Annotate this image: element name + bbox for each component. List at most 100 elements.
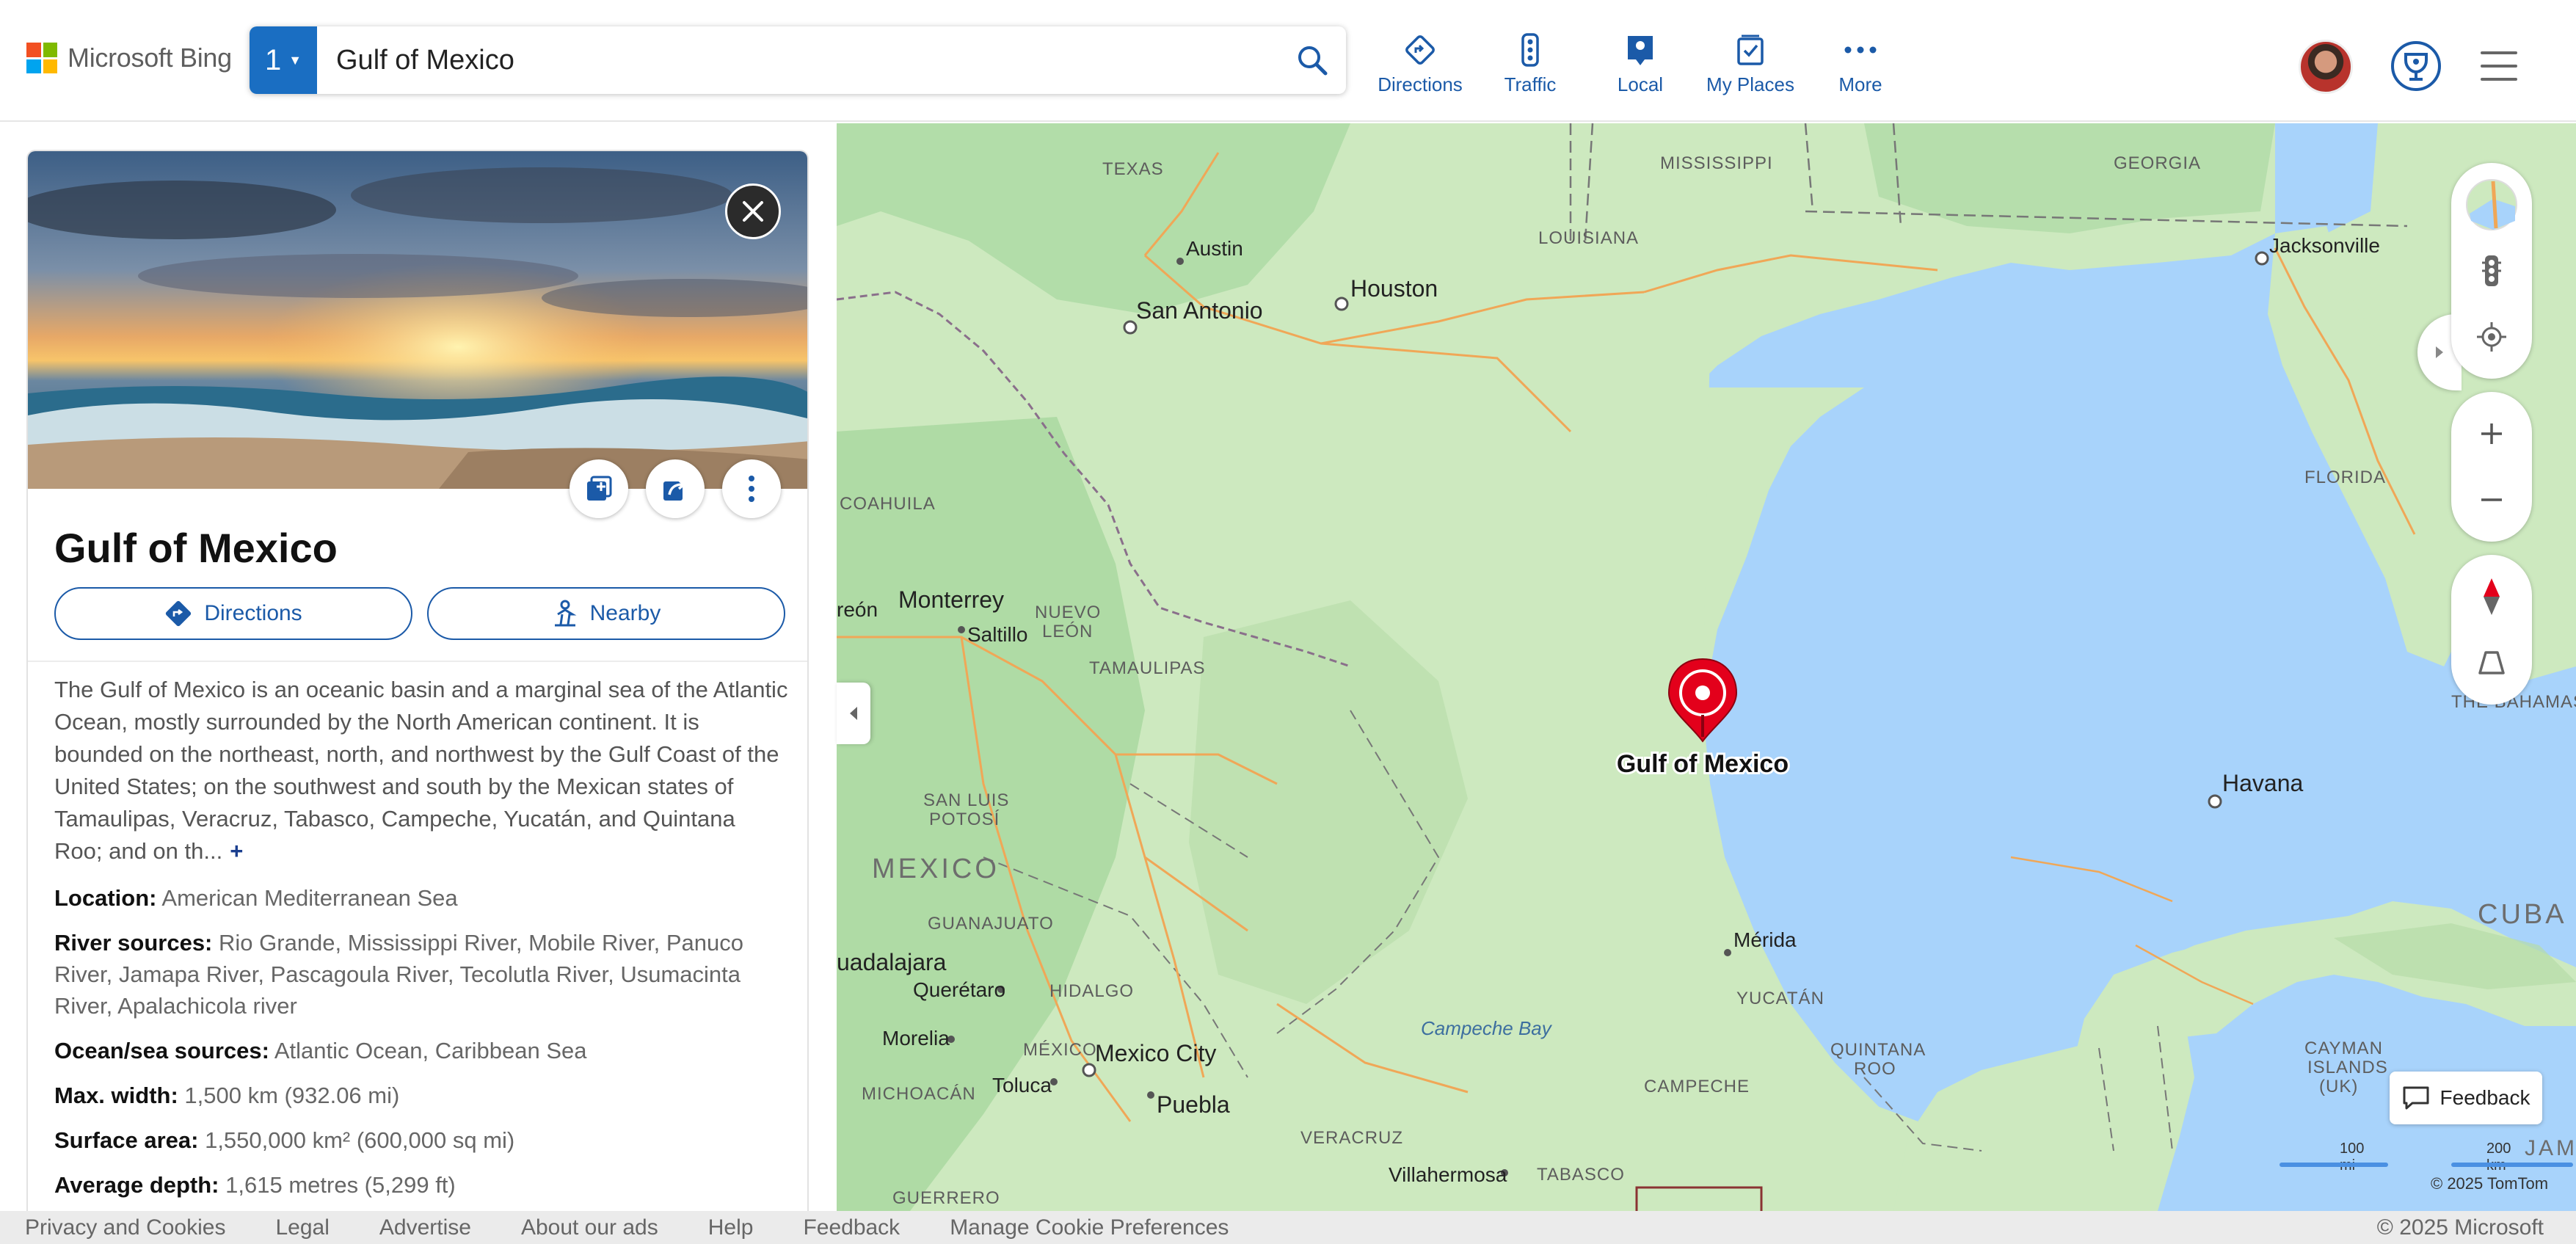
kebab-icon — [749, 476, 754, 502]
footer-link-cookie-preferences[interactable]: Manage Cookie Preferences — [950, 1215, 1229, 1240]
hamburger-menu-icon[interactable] — [2481, 51, 2517, 81]
svg-text:GUANAJUATO: GUANAJUATO — [928, 914, 1054, 934]
fact-location: Location: American Mediterranean Sea — [54, 882, 788, 914]
directions-button[interactable]: Directions — [54, 587, 412, 640]
collapse-panel-button[interactable] — [837, 683, 870, 744]
scale-segment-km — [2451, 1163, 2573, 1167]
hero-image — [28, 151, 807, 489]
compass-icon — [2484, 578, 2500, 615]
top-nav: Directions Traffic Local My Places More — [1365, 32, 1915, 96]
rewards-icon[interactable] — [2390, 40, 2442, 92]
svg-text:Campeche Bay: Campeche Bay — [1421, 1017, 1553, 1039]
share-button[interactable] — [646, 459, 705, 518]
info-panel: Gulf of Mexico Directions Nearby The Gul… — [0, 123, 837, 1211]
bing-logo[interactable]: Microsoft Bing — [26, 43, 232, 73]
traffic-icon — [1511, 32, 1549, 68]
nav-my-places[interactable]: My Places — [1695, 32, 1805, 96]
svg-text:Houston: Houston — [1350, 275, 1438, 302]
microsoft-logo-icon — [26, 43, 57, 73]
svg-text:LOUISIANA: LOUISIANA — [1538, 228, 1639, 248]
avatar[interactable] — [2299, 40, 2353, 94]
svg-text:Morelia: Morelia — [882, 1027, 950, 1050]
directions-icon — [1401, 32, 1439, 68]
footer-links: Privacy and Cookies Legal Advertise Abou… — [0, 1215, 1278, 1240]
svg-text:Puebla: Puebla — [1157, 1091, 1230, 1118]
fact-value: 1,615 metres (5,299 ft) — [225, 1172, 456, 1198]
feedback-label: Feedback — [2439, 1086, 2530, 1109]
description-text: The Gulf of Mexico is an oceanic basin a… — [54, 677, 788, 864]
nav-traffic[interactable]: Traffic — [1475, 32, 1585, 96]
svg-text:NUEVO: NUEVO — [1035, 603, 1101, 622]
svg-text:MICHOACÁN: MICHOACÁN — [862, 1084, 976, 1104]
zoom-in-button[interactable] — [2459, 401, 2525, 467]
card-button-row: Directions Nearby — [54, 587, 785, 640]
svg-text:YUCATÁN: YUCATÁN — [1736, 989, 1824, 1008]
nav-local[interactable]: Local — [1585, 32, 1695, 96]
zoom-group — [2451, 392, 2532, 542]
map-canvas[interactable]: TEXAS MISSISSIPPI LOUISIANA GEORGIA FLOR… — [837, 123, 2576, 1211]
svg-text:Querétaro: Querétaro — [913, 978, 1005, 1001]
share-icon — [663, 479, 686, 501]
footer-link-privacy[interactable]: Privacy and Cookies — [25, 1215, 225, 1240]
svg-text:ROO: ROO — [1854, 1059, 1896, 1079]
map-feedback-button[interactable]: Feedback — [2390, 1072, 2542, 1124]
nearby-button[interactable]: Nearby — [427, 587, 785, 640]
footer-link-feedback[interactable]: Feedback — [803, 1215, 900, 1240]
svg-text:Toluca: Toluca — [992, 1074, 1052, 1096]
svg-text:TEXAS: TEXAS — [1102, 159, 1164, 179]
tilt-button[interactable] — [2459, 630, 2525, 696]
more-options-button[interactable] — [722, 459, 781, 518]
traffic-toggle-button[interactable] — [2459, 238, 2525, 304]
search-box: 1 ▼ Gulf of Mexico — [250, 26, 1346, 94]
svg-text:JAMAICA: JAMAICA — [2525, 1136, 2576, 1160]
fact-label: Max. width: — [54, 1083, 178, 1108]
svg-text:San Antonio: San Antonio — [1136, 297, 1263, 324]
save-button[interactable] — [570, 459, 628, 518]
plus-icon — [2481, 423, 2502, 444]
entity-card: Gulf of Mexico Directions Nearby The Gul… — [26, 150, 809, 1211]
search-input[interactable]: Gulf of Mexico — [336, 45, 1278, 76]
svg-text:CAMPECHE: CAMPECHE — [1644, 1077, 1750, 1096]
svg-text:Havana: Havana — [2222, 770, 2304, 796]
svg-text:VERACRUZ: VERACRUZ — [1300, 1128, 1403, 1148]
map-controls — [2451, 163, 2532, 718]
fact-surface-area: Surface area: 1,550,000 km² (600,000 sq … — [54, 1124, 788, 1156]
divider — [28, 661, 807, 662]
footer-link-advertise[interactable]: Advertise — [379, 1215, 471, 1240]
close-icon — [743, 201, 763, 222]
fact-label: River sources: — [54, 930, 213, 956]
compass-button[interactable] — [2459, 564, 2525, 630]
my-places-icon — [1731, 32, 1769, 68]
footer-link-about-ads[interactable]: About our ads — [521, 1215, 658, 1240]
local-icon — [1621, 32, 1659, 68]
feedback-icon — [2403, 1086, 2429, 1110]
svg-text:TAMAULIPAS: TAMAULIPAS — [1089, 658, 1205, 678]
svg-text:uadalajara: uadalajara — [837, 949, 947, 975]
search-icon[interactable] — [1278, 26, 1346, 94]
fact-value: American Mediterranean Sea — [161, 885, 458, 911]
nav-more[interactable]: More — [1805, 32, 1915, 96]
footer-copyright: © 2025 Microsoft — [2376, 1215, 2544, 1240]
fact-river-sources: River sources: Rio Grande, Mississippi R… — [54, 927, 788, 1022]
scale-label-miles: 100 mi — [2340, 1141, 2365, 1174]
svg-text:Mexico City: Mexico City — [1095, 1040, 1216, 1066]
nav-directions[interactable]: Directions — [1365, 32, 1475, 96]
svg-text:GEORGIA: GEORGIA — [2114, 153, 2201, 173]
map-style-button[interactable] — [2459, 172, 2525, 238]
zoom-out-button[interactable] — [2459, 467, 2525, 533]
fact-label: Ocean/sea sources: — [54, 1038, 269, 1063]
svg-text:SAN LUIS: SAN LUIS — [923, 790, 1009, 810]
directions-label: Directions — [204, 601, 302, 625]
close-button[interactable] — [725, 183, 781, 239]
locate-me-button[interactable] — [2459, 304, 2525, 370]
expand-description-button[interactable]: + — [230, 838, 243, 864]
nav-label: More — [1838, 73, 1882, 95]
nav-label: Directions — [1378, 73, 1463, 95]
footer-link-legal[interactable]: Legal — [275, 1215, 329, 1240]
svg-text:Austin: Austin — [1186, 237, 1243, 260]
search-tab-selector[interactable]: 1 ▼ — [250, 26, 317, 94]
svg-text:QUINTANA: QUINTANA — [1830, 1040, 1926, 1060]
fact-label: Surface area: — [54, 1127, 199, 1153]
footer-link-help[interactable]: Help — [708, 1215, 754, 1240]
orientation-group — [2451, 555, 2532, 705]
